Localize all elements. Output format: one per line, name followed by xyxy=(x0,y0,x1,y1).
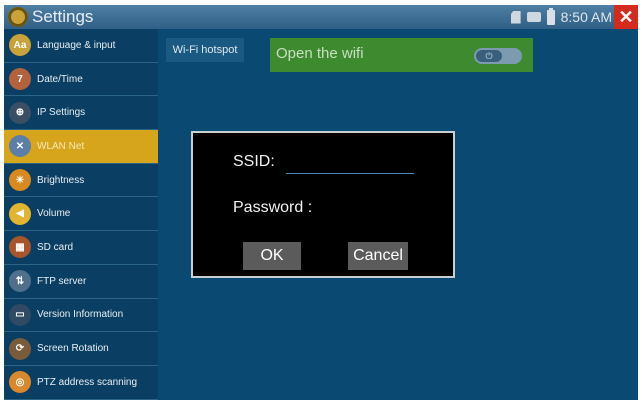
status-bar: Settings 8:50 AM ✕ xyxy=(4,5,638,29)
ssid-label: SSID: xyxy=(233,153,275,170)
sidebar-item-label: Language & input xyxy=(37,39,116,51)
ok-button[interactable]: OK xyxy=(243,242,301,270)
app-title: Settings xyxy=(32,7,94,26)
wifi-toggle-row: Open the wifi ⏻ xyxy=(270,38,533,72)
sidebar-item[interactable]: ✕ WLAN Net xyxy=(4,130,158,164)
sidebar-item-label: Volume xyxy=(37,208,71,220)
sidebar-item-label: SD card xyxy=(37,241,74,253)
scan-icon: ◎ xyxy=(9,371,31,394)
wifi-toggle-label: Open the wifi xyxy=(276,45,364,62)
sidebar-item-label: Version Information xyxy=(37,309,124,321)
sidebar-item[interactable]: ⇅ FTP server xyxy=(4,265,158,299)
monitor-icon: ▭ xyxy=(9,303,31,326)
sidebar-item-label: FTP server xyxy=(37,275,87,287)
sidebar-item[interactable]: Aa Language & input xyxy=(4,29,158,63)
globe-icon: ⊕ xyxy=(9,101,31,124)
cancel-button[interactable]: Cancel xyxy=(348,242,408,270)
battery-icon xyxy=(546,7,555,25)
password-label: Password : xyxy=(233,199,313,216)
sidebar-item-label: Date/Time xyxy=(37,73,83,85)
sidebar-item[interactable]: ◀ Volume xyxy=(4,197,158,232)
sidebar-item-label: IP Settings xyxy=(37,107,86,119)
ssid-input[interactable] xyxy=(286,173,414,174)
calendar-icon: 7 xyxy=(9,68,31,91)
sidebar-item[interactable]: ◎ PTZ address scanning xyxy=(4,366,158,400)
sidebar-item[interactable]: ☀ Brightness xyxy=(4,164,158,198)
status-indicators: 8:50 AM xyxy=(510,7,612,26)
rotation-icon: ⟳ xyxy=(9,337,31,360)
language-icon: Aa xyxy=(9,34,31,57)
brightness-icon: ☀ xyxy=(9,169,31,192)
sidebar-item-label: Brightness xyxy=(37,174,85,186)
sidebar-item[interactable]: ⊕ IP Settings xyxy=(4,96,158,131)
device-screen: Settings 8:50 AM ✕ Aa Language & input 7 Da… xyxy=(4,5,638,400)
sidebar-item-label: WLAN Net xyxy=(37,140,85,152)
settings-app-icon xyxy=(8,7,28,27)
settings-sidebar: Aa Language & input 7 Date/Time ⊕ IP Settings… xyxy=(4,29,158,400)
power-plug-icon xyxy=(526,12,541,22)
ftp-icon: ⇅ xyxy=(9,270,31,293)
wifi-login-dialog: SSID: Password : OK Cancel xyxy=(191,131,455,278)
sidebar-item[interactable]: 7 Date/Time xyxy=(4,63,158,97)
sd-card-icon xyxy=(510,10,521,24)
tab-wifi-hotspot[interactable]: Wi-Fi hotspot xyxy=(166,38,244,62)
speaker-icon: ◀ xyxy=(9,202,31,225)
wifi-toggle-switch[interactable]: ⏻ xyxy=(474,48,522,64)
power-icon: ⏻ xyxy=(476,50,502,62)
wrench-icon: ✕ xyxy=(9,135,31,158)
sidebar-item-label: Screen Rotation xyxy=(37,343,109,355)
sd-card-icon: ▦ xyxy=(9,236,31,259)
close-icon[interactable]: ✕ xyxy=(614,5,638,29)
sidebar-item[interactable]: ⟳ Screen Rotation xyxy=(4,332,158,366)
clock-time: 8:50 AM xyxy=(560,9,612,25)
sidebar-item[interactable]: ▦ SD card xyxy=(4,231,158,265)
sidebar-item[interactable]: ▭ Version Information xyxy=(4,299,158,333)
sidebar-item-label: PTZ address scanning xyxy=(37,376,138,388)
